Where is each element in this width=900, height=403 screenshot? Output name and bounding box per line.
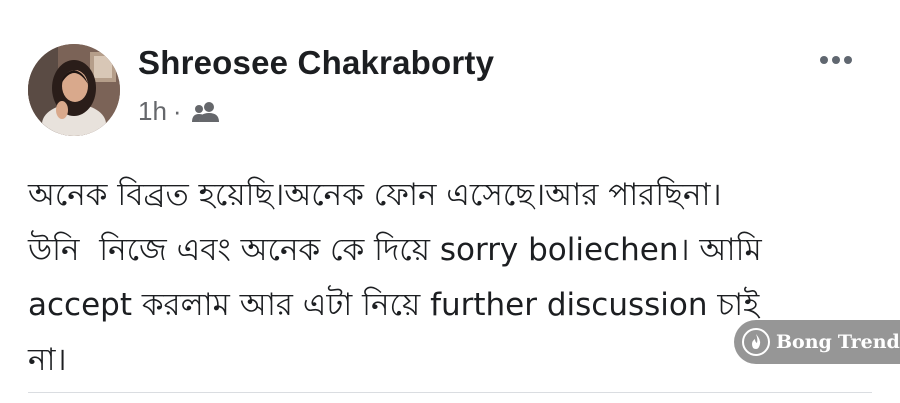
post-timestamp[interactable]: 1h bbox=[138, 96, 167, 127]
flame-logo-icon bbox=[742, 328, 770, 356]
post-divider bbox=[28, 392, 872, 393]
profile-photo bbox=[28, 44, 120, 136]
watermark-brand-bong: Bong bbox=[776, 331, 832, 353]
more-options-icon[interactable] bbox=[816, 52, 856, 68]
post-meta: 1h · bbox=[138, 96, 220, 127]
profile-avatar[interactable] bbox=[28, 44, 120, 136]
bongtrend-watermark: Bong Trend bbox=[734, 320, 900, 364]
meta-separator: · bbox=[172, 96, 182, 126]
friends-icon[interactable] bbox=[191, 101, 220, 123]
post-author-name[interactable]: Shreosee Chakraborty bbox=[138, 44, 494, 82]
watermark-brand-trend: Trend bbox=[837, 331, 900, 353]
